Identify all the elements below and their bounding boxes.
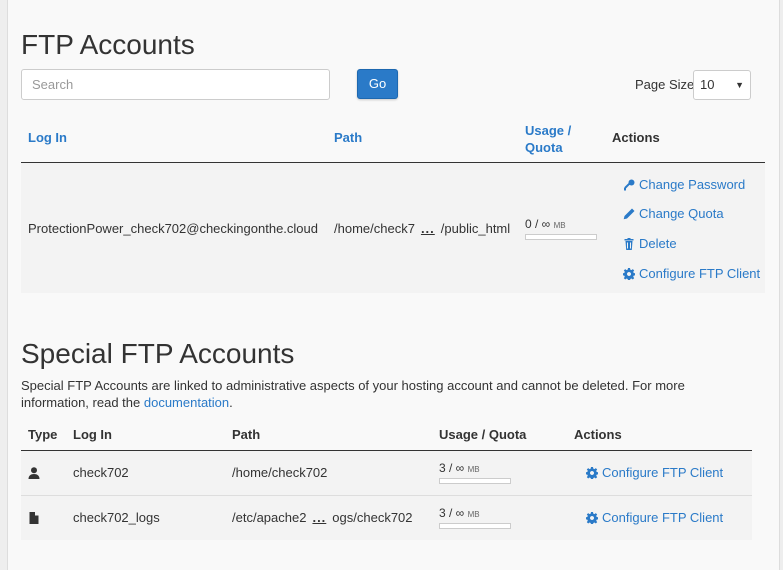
usage-bar <box>439 523 511 529</box>
actions-header: Actions <box>612 130 660 145</box>
usage-value: 3 / ∞ <box>439 506 465 520</box>
documentation-link[interactable]: documentation <box>144 395 229 410</box>
change-password-link[interactable]: Change Password <box>623 177 745 192</box>
special-usage-header: Usage / Quota <box>439 427 527 442</box>
change-quota-label: Change Quota <box>639 206 724 221</box>
special-login: check702 <box>73 465 129 480</box>
gear-icon <box>586 466 598 479</box>
special-section-title: Special FTP Accounts <box>21 338 295 369</box>
usage-header: Usage / <box>525 123 572 138</box>
description-end: . <box>229 395 233 410</box>
page-size-select[interactable]: 10 ▼ <box>693 70 751 100</box>
configure-ftp-client-link[interactable]: Configure FTP Client <box>586 510 723 525</box>
user-icon <box>28 466 40 484</box>
account-path: /home/check7... /public_html <box>334 221 510 236</box>
configure-ftp-client-label: Configure FTP Client <box>602 510 724 525</box>
path-end: ogs/check702 <box>332 510 413 525</box>
usage-text: 0 / ∞ MB <box>525 217 566 231</box>
sort-usage[interactable]: Usage / Quota <box>525 122 571 156</box>
path-expand-link[interactable]: ... <box>421 221 435 236</box>
file-icon <box>28 511 40 529</box>
sort-login[interactable]: Log In <box>28 130 67 145</box>
left-panel-edge <box>0 0 8 570</box>
path-expand-link[interactable]: ... <box>312 510 326 525</box>
account-login: ProtectionPower_check702@checkingonthe.c… <box>28 221 318 236</box>
pencil-icon <box>623 208 635 219</box>
special-login: check702_logs <box>73 510 160 525</box>
usage-value: 3 / ∞ <box>439 461 465 475</box>
special-login-header: Log In <box>73 427 112 442</box>
caret-down-icon: ▼ <box>735 80 744 90</box>
configure-ftp-client-label: Configure FTP Client <box>602 465 724 480</box>
configure-ftp-client-link[interactable]: Configure FTP Client <box>586 465 723 480</box>
description-text: Special FTP Accounts are linked to admin… <box>21 378 685 410</box>
gear-icon <box>586 511 598 524</box>
scrollbar[interactable] <box>779 0 783 570</box>
configure-ftp-client-link[interactable]: Configure FTP Client <box>623 266 760 281</box>
go-button[interactable]: Go <box>357 69 398 99</box>
special-usage-text: 3 / ∞ MB <box>439 461 480 475</box>
usage-unit: MB <box>467 510 480 519</box>
search-input[interactable]: Search <box>21 69 330 100</box>
quota-header: Quota <box>525 140 563 155</box>
page-size-label: Page Size <box>635 77 695 92</box>
page-title: FTP Accounts <box>21 29 195 60</box>
special-path: /etc/apache2... ogs/check702 <box>232 510 413 525</box>
path-start: /etc/apache2 <box>232 510 307 525</box>
usage-value: 0 / ∞ <box>525 217 551 231</box>
special-path-header: Path <box>232 427 261 442</box>
sort-path[interactable]: Path <box>334 130 362 145</box>
change-password-label: Change Password <box>639 177 746 192</box>
page-size-value: 10 <box>700 77 715 92</box>
gear-icon <box>623 267 635 280</box>
configure-ftp-client-label: Configure FTP Client <box>639 266 761 281</box>
usage-bar <box>525 234 597 240</box>
key-icon <box>624 179 635 190</box>
trash-icon <box>624 237 634 250</box>
path-start: /home/check7 <box>334 221 415 236</box>
usage-unit: MB <box>467 465 480 474</box>
special-usage-text: 3 / ∞ MB <box>439 506 480 520</box>
special-description: Special FTP Accounts are linked to admin… <box>21 377 721 411</box>
special-path: /home/check702 <box>232 465 328 480</box>
usage-bar <box>439 478 511 484</box>
change-quota-link[interactable]: Change Quota <box>623 206 724 221</box>
delete-link[interactable]: Delete <box>623 236 677 251</box>
delete-label: Delete <box>639 236 677 251</box>
path-end: /public_html <box>440 221 511 236</box>
special-actions-header: Actions <box>574 427 622 442</box>
usage-unit: MB <box>553 221 566 230</box>
type-header: Type <box>28 427 58 442</box>
